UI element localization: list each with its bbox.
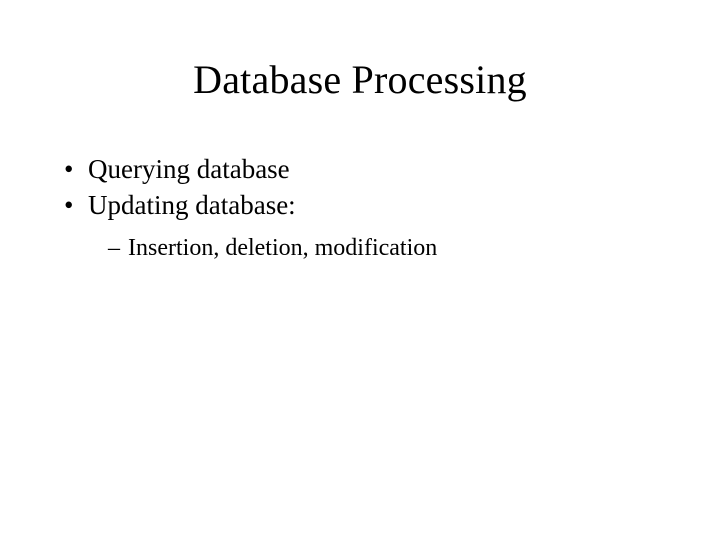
sub-bullet-item: Insertion, deletion, modification [60,230,720,266]
slide-title: Database Processing [0,0,720,103]
bullet-text: Updating database: [88,190,296,220]
bullet-item: Querying database [60,151,720,187]
bullet-text: Querying database [88,154,290,184]
bullet-item: Updating database: [60,187,720,223]
sub-bullet-text: Insertion, deletion, modification [128,235,437,261]
slide-content: Querying database Updating database: Ins… [0,103,720,266]
